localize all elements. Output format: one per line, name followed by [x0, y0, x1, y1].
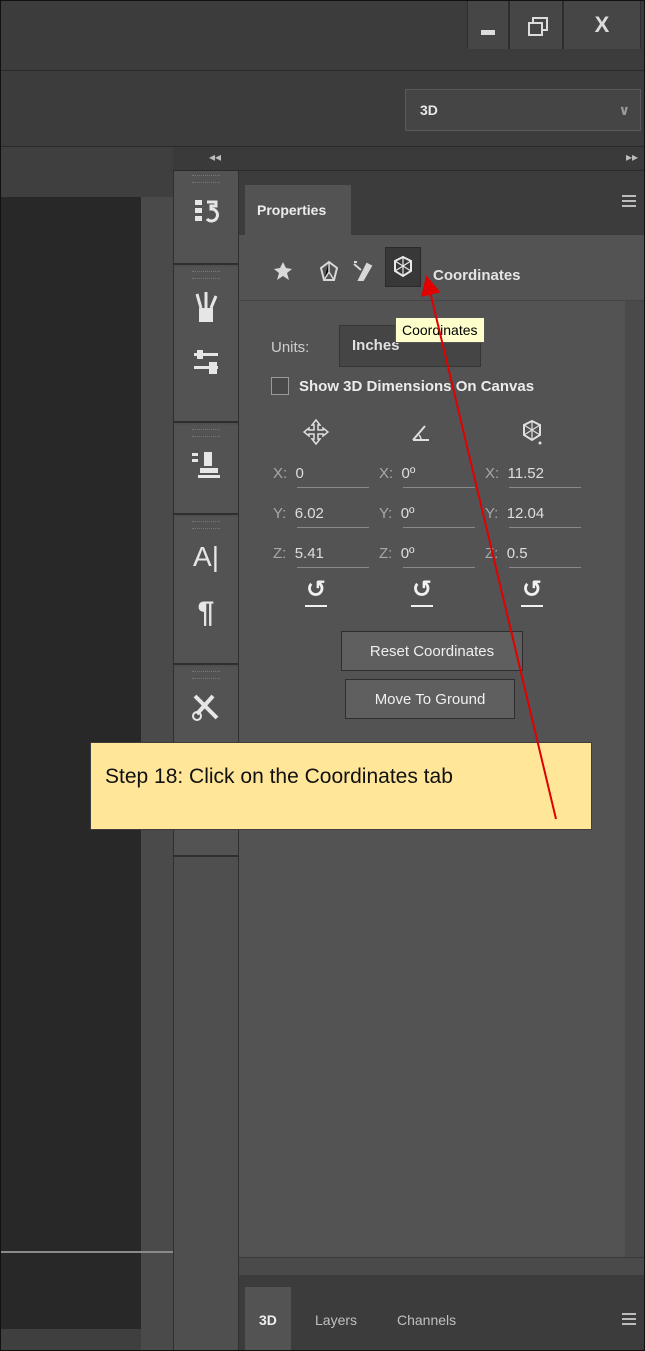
adjustments-icon[interactable] [174, 335, 238, 391]
section-label: Coordinates [433, 267, 521, 284]
axis-label: Y: [485, 505, 499, 522]
axis-label: Y: [379, 505, 393, 522]
scale-z-field[interactable]: Z: 0.5 [485, 545, 581, 568]
collapse-left-icon[interactable]: ◂◂ [209, 150, 221, 164]
show-dimensions-label: Show 3D Dimensions On Canvas [299, 377, 535, 395]
properties-scrollbar[interactable] [625, 301, 644, 1309]
grip-handle[interactable] [192, 271, 220, 279]
restore-icon [528, 17, 548, 36]
scale-y-field[interactable]: Y: 12.04 [485, 505, 581, 528]
tab-properties[interactable]: Properties [245, 185, 351, 235]
workspace-select[interactable]: 3D ∨ [405, 89, 641, 131]
options-bar: 3D ∨ [1, 71, 644, 147]
axis-label: X: [379, 465, 394, 482]
deform-icon[interactable] [347, 255, 379, 287]
workspace-value: 3D [420, 102, 438, 118]
dock-group-clone [174, 425, 238, 515]
tools-icon[interactable] [174, 679, 238, 735]
show-dimensions-checkbox[interactable] [271, 377, 289, 395]
chevron-down-icon: ∨ [618, 102, 630, 118]
position-y-field[interactable]: Y: 6.02 [273, 505, 369, 528]
coordinates-tooltip: Coordinates [395, 317, 485, 343]
axis-label: Z: [485, 545, 499, 562]
move-to-ground-button[interactable]: Move To Ground [345, 679, 515, 719]
scale-x-field[interactable]: X: 11.52 [485, 465, 581, 488]
axis-label: X: [485, 465, 500, 482]
field-value: 11.52 [507, 465, 544, 482]
clone-source-icon[interactable] [174, 437, 238, 493]
reset-position-icon[interactable]: ↺ [301, 575, 331, 607]
reset-rotation-icon[interactable]: ↺ [407, 575, 437, 607]
axis-label: Z: [273, 545, 287, 562]
close-button[interactable]: X [563, 1, 641, 49]
coordinates-icon[interactable] [385, 247, 421, 287]
grip-handle[interactable] [192, 521, 220, 529]
position-z-field[interactable]: Z: 5.41 [273, 545, 369, 568]
field-value: 0º [400, 545, 415, 562]
history-icon[interactable] [174, 183, 238, 239]
restore-button[interactable] [509, 1, 563, 49]
field-value: 0º [401, 465, 416, 482]
field-value: 6.02 [294, 505, 324, 522]
scale-icon [517, 417, 547, 447]
tab-layers[interactable]: Layers [315, 1287, 357, 1350]
field-value: 5.41 [294, 545, 324, 562]
field-value: 0.5 [506, 545, 528, 562]
position-x-field[interactable]: X: 0 [273, 465, 369, 488]
mesh-icon[interactable] [313, 255, 345, 287]
instruction-callout: Step 18: Click on the Coordinates tab [90, 742, 592, 830]
bottom-panel-menu-icon[interactable] [622, 1313, 636, 1325]
show-dimensions-row[interactable]: Show 3D Dimensions On Canvas [271, 377, 534, 395]
rotation-z-field[interactable]: Z: 0º [379, 545, 475, 568]
collapse-right-icon[interactable]: ▸▸ [626, 150, 638, 164]
panel-menu-icon[interactable] [622, 195, 636, 207]
dock-group-history [174, 171, 238, 265]
reset-scale-icon[interactable]: ↺ [517, 575, 547, 607]
bottom-tab-bar: 3D Layers Channels [239, 1275, 644, 1350]
axis-label: Y: [273, 505, 287, 522]
field-value: 0 [295, 465, 304, 482]
scene-icon[interactable] [267, 255, 299, 287]
character-icon[interactable]: A| [174, 529, 238, 585]
properties-tab-row: Properties [239, 171, 644, 235]
reset-coordinates-button[interactable]: Reset Coordinates [341, 631, 523, 671]
panel-collapse-bar: ◂◂ ▸▸ [173, 147, 644, 171]
axis-label: Z: [379, 545, 393, 562]
document-divider [1, 1251, 173, 1253]
units-label: Units: [271, 339, 310, 356]
properties-mode-bar: Coordinates [239, 235, 644, 301]
dock-group-type: A| ¶ [174, 517, 238, 665]
field-value: 0º [400, 505, 415, 522]
title-bar: X [1, 1, 644, 71]
rotation-x-field[interactable]: X: 0º [379, 465, 475, 488]
minimize-button[interactable] [467, 1, 509, 49]
dock-group-brushes [174, 267, 238, 423]
axis-label: X: [273, 465, 288, 482]
paragraph-icon[interactable]: ¶ [174, 585, 238, 641]
move-icon [301, 417, 331, 447]
grip-handle[interactable] [192, 175, 220, 183]
brushes-icon[interactable] [174, 279, 238, 335]
field-value: 12.04 [506, 505, 545, 522]
tab-3d[interactable]: 3D [245, 1287, 291, 1350]
tab-channels[interactable]: Channels [397, 1287, 456, 1350]
rotate-angle-icon [407, 417, 437, 447]
rotation-y-field[interactable]: Y: 0º [379, 505, 475, 528]
grip-handle[interactable] [192, 671, 220, 679]
photoshop-window: X 3D ∨ ◂◂ ▸▸ A| ¶ Properties Coordinates… [0, 0, 645, 1351]
grip-handle[interactable] [192, 429, 220, 437]
